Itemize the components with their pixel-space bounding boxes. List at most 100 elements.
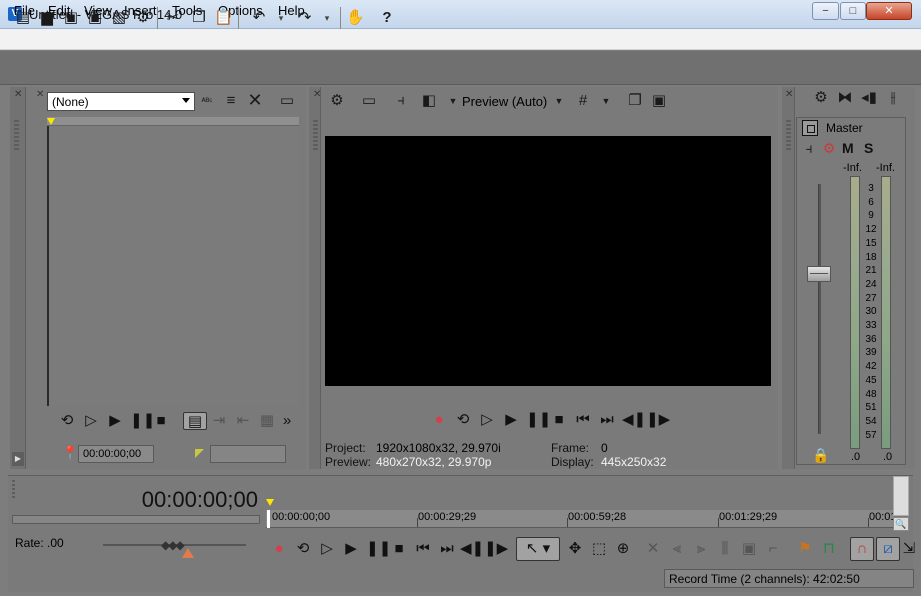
- loop-icon[interactable]: ⟲: [58, 412, 76, 430]
- volume-fader[interactable]: [807, 266, 831, 282]
- close-icon[interactable]: ✕: [313, 89, 321, 100]
- normal-edit-tool-icon[interactable]: ↖ ▾: [516, 537, 560, 561]
- redo-icon[interactable]: ↷: [296, 9, 314, 27]
- gear-icon[interactable]: ⚙: [812, 89, 830, 107]
- undo-icon[interactable]: ↶: [250, 9, 268, 27]
- select-mode-icon[interactable]: ▤: [183, 412, 207, 430]
- insert-marker-icon[interactable]: ⚑: [796, 540, 814, 558]
- insert-icon[interactable]: ⇤: [234, 412, 252, 430]
- chevron-down-icon[interactable]: ▼: [444, 92, 462, 110]
- play-icon[interactable]: ▶: [106, 412, 124, 430]
- next-frame-icon[interactable]: ❚▶: [484, 540, 508, 558]
- chevron-down-icon[interactable]: ▼: [597, 92, 615, 110]
- add-to-timeline-icon[interactable]: ⇥: [210, 412, 228, 430]
- record-icon[interactable]: ●: [270, 540, 288, 558]
- dim-output-icon[interactable]: ◂▮: [860, 89, 878, 107]
- expand-arrow-icon[interactable]: ▶: [12, 452, 24, 466]
- preview-quality-dropdown[interactable]: Preview (Auto): [462, 94, 547, 109]
- stop-icon[interactable]: ■: [550, 411, 568, 429]
- lock-event-icon[interactable]: ▣: [740, 540, 758, 558]
- chevron-down-icon[interactable]: ▾: [272, 9, 290, 27]
- rate-slider-thumb[interactable]: ◆◆◆: [161, 538, 185, 552]
- trim-start-icon[interactable]: ⫷: [668, 540, 686, 558]
- monitor-icon[interactable]: ▭: [278, 92, 296, 110]
- downmix-icon[interactable]: ⧓: [836, 89, 854, 107]
- hand-icon[interactable]: ✋: [346, 9, 365, 27]
- chevron-down-icon[interactable]: [182, 98, 190, 103]
- panel-grip[interactable]: [313, 120, 318, 150]
- split-icon[interactable]: ⫼: [716, 540, 734, 558]
- overlays-grid-icon[interactable]: #: [574, 92, 592, 110]
- go-to-start-icon[interactable]: ⏮: [414, 540, 432, 558]
- play-from-start-icon[interactable]: ▷: [318, 540, 336, 558]
- cursor-time-display[interactable]: 00:00:00;00: [12, 487, 258, 513]
- stop-icon[interactable]: ■: [390, 540, 408, 558]
- pause-icon[interactable]: ❚❚: [130, 412, 155, 430]
- record-icon[interactable]: ●: [430, 411, 448, 429]
- trimmer-length-field[interactable]: [210, 445, 286, 463]
- bus-fx-icon[interactable]: ⫞: [800, 139, 818, 157]
- playhead[interactable]: [267, 510, 270, 528]
- pause-icon[interactable]: ❚❚: [366, 540, 391, 558]
- loop-icon[interactable]: ⟲: [454, 411, 472, 429]
- scissors-icon[interactable]: ✂: [164, 9, 182, 27]
- gear-icon[interactable]: ⚙: [328, 92, 346, 110]
- spellcheck-icon[interactable]: ᴬᴮᶜ: [198, 92, 216, 110]
- play-from-start-icon[interactable]: ▷: [478, 411, 496, 429]
- trimmer-ruler[interactable]: [47, 117, 299, 126]
- video-fx-icon[interactable]: ◧: [420, 92, 438, 110]
- trimmer-view[interactable]: [47, 126, 299, 406]
- snapping-icon[interactable]: ∩: [850, 537, 874, 561]
- delete-icon[interactable]: ✕: [246, 91, 264, 109]
- vertical-scrollbar[interactable]: [893, 476, 909, 516]
- delete-icon[interactable]: ✕: [644, 540, 662, 558]
- external-monitor-icon[interactable]: ▭: [360, 92, 378, 110]
- gear-icon[interactable]: ⚙: [134, 9, 152, 27]
- play-from-start-icon[interactable]: ▷: [82, 412, 100, 430]
- lock-icon[interactable]: 🔒: [812, 447, 829, 464]
- ripple-edit-icon[interactable]: ⇲: [900, 540, 918, 558]
- render-icon[interactable]: ▧: [110, 9, 128, 27]
- mute-button[interactable]: M: [842, 140, 854, 156]
- chevron-down-icon[interactable]: ▼: [550, 92, 568, 110]
- maximize-button[interactable]: □: [840, 2, 866, 20]
- marker-icon[interactable]: ⌐: [764, 540, 782, 558]
- zoom-tool-icon[interactable]: ⊕: [614, 540, 632, 558]
- close-icon[interactable]: ✕: [785, 89, 793, 100]
- help-pointer-icon[interactable]: ?: [378, 9, 396, 27]
- new-file-icon[interactable]: ▤: [14, 9, 32, 27]
- chevron-down-icon[interactable]: ▾: [318, 9, 336, 27]
- go-to-end-icon[interactable]: ⏭: [598, 411, 616, 429]
- open-folder-icon[interactable]: ▆: [38, 9, 56, 27]
- play-icon[interactable]: ▶: [502, 411, 520, 429]
- next-frame-icon[interactable]: ❚▶: [646, 411, 670, 429]
- insert-region-icon[interactable]: ⊓: [820, 540, 838, 558]
- video-preview-screen[interactable]: [325, 136, 771, 386]
- timeline-track-area[interactable]: [266, 476, 893, 510]
- preset-dropdown[interactable]: (None): [47, 92, 195, 111]
- previous-frame-icon[interactable]: ◀❚: [460, 540, 484, 558]
- close-icon[interactable]: ✕: [36, 89, 44, 100]
- play-icon[interactable]: ▶: [342, 540, 360, 558]
- pause-icon[interactable]: ❚❚: [526, 411, 551, 429]
- paste-icon[interactable]: 📋: [214, 9, 233, 27]
- close-icon[interactable]: ✕: [14, 89, 24, 100]
- fader-track[interactable]: [818, 184, 821, 434]
- solo-button[interactable]: S: [864, 140, 873, 156]
- close-button[interactable]: ✕: [866, 2, 912, 20]
- save-as-icon[interactable]: ▣: [86, 9, 104, 27]
- panel-grip[interactable]: [786, 120, 791, 150]
- master-bus-icon[interactable]: [802, 120, 818, 136]
- gear-icon[interactable]: ⚙: [820, 139, 838, 157]
- trimmer-time-field[interactable]: 00:00:00;00: [78, 445, 154, 463]
- zoom-icon[interactable]: 🔍: [893, 517, 909, 531]
- stop-icon[interactable]: ■: [152, 412, 170, 430]
- loop-icon[interactable]: ⟲: [294, 540, 312, 558]
- copy-snapshot-icon[interactable]: ❐: [626, 92, 644, 110]
- split-screen-icon[interactable]: ⫞: [392, 92, 410, 110]
- clear-list-icon[interactable]: ≡: [222, 92, 240, 110]
- go-to-start-icon[interactable]: ⏮: [574, 411, 592, 429]
- minimize-button[interactable]: −: [812, 2, 839, 20]
- fill-icon[interactable]: ▦: [258, 412, 276, 430]
- selection-tool-icon[interactable]: ⬚: [590, 540, 608, 558]
